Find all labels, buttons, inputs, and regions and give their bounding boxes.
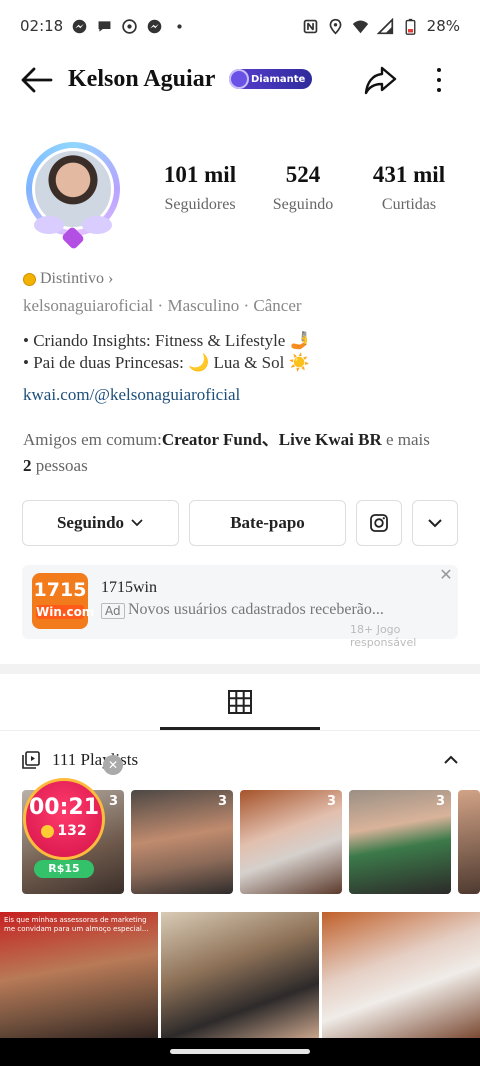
coin-icon <box>23 272 36 286</box>
location-icon <box>329 18 342 35</box>
followers-stat[interactable]: 101 mil Seguidores <box>150 162 250 214</box>
profile-stats: 101 mil Seguidores 524 Seguindo 431 mil … <box>150 162 470 214</box>
bio-line: • Criando Insights: Fitness & Lifestyle … <box>23 331 311 350</box>
frame-wing-left <box>34 216 64 234</box>
username: kelsonaguiaroficial <box>23 296 154 315</box>
close-icon[interactable]: ✕ <box>103 755 123 775</box>
tab-underline <box>0 730 480 731</box>
battery-level: 28% <box>426 17 460 35</box>
stat-value: 101 mil <box>163 162 237 187</box>
following-button[interactable]: Seguindo <box>22 500 179 546</box>
profile-link[interactable]: kwai.com/@kelsonaguiaroficial <box>23 385 240 405</box>
messenger-icon <box>147 19 162 33</box>
kwai-coin-icon <box>41 824 55 838</box>
diamond-icon <box>229 69 249 89</box>
video-thumbnail[interactable]: Eis que minhas assessoras de marketing m… <box>0 912 158 1038</box>
stat-label: Curtidas <box>381 196 437 213</box>
clock: 02:18 <box>20 17 64 35</box>
chevron-up-icon[interactable] <box>442 751 460 769</box>
avatar[interactable] <box>16 134 130 251</box>
system-navigation-bar <box>0 1038 480 1066</box>
nfc-icon <box>303 19 317 33</box>
stat-label: Seguidores <box>164 196 236 213</box>
ad-text: Novos usuários cadastrados receberão... <box>128 601 384 618</box>
ad-tag: Ad <box>101 603 125 619</box>
more-options-button[interactable] <box>428 62 450 98</box>
frame-wing-right <box>82 216 112 234</box>
back-button[interactable] <box>18 64 54 96</box>
playlist-count: 3 <box>435 794 445 809</box>
share-button[interactable] <box>362 62 398 98</box>
video-caption: Eis que minhas assessoras de marketing m… <box>4 916 149 933</box>
wifi-icon <box>352 20 368 33</box>
grid-icon <box>228 689 252 714</box>
tab-grid[interactable] <box>160 676 320 730</box>
status-bar: 02:18 28% <box>0 0 480 52</box>
playlist-icon <box>22 751 40 769</box>
ad-banner[interactable]: 1715 Win.com 1715win Ad Novos usuários c… <box>22 565 458 649</box>
ad-disclaimer: 18+ Jogo responsável <box>350 623 417 649</box>
section-divider <box>0 664 480 674</box>
ad-logo: 1715 Win.com <box>32 573 94 629</box>
whatsapp-icon <box>122 18 137 34</box>
playlist-thumbnail[interactable]: 3 <box>240 790 342 894</box>
instagram-button[interactable] <box>356 500 402 546</box>
playlist-thumbnail[interactable]: 3 <box>131 790 233 894</box>
expand-suggestions-button[interactable] <box>412 500 458 546</box>
stat-value: 524 <box>285 162 321 187</box>
playlists-title: 111 Playlists <box>52 750 139 769</box>
mutual-friends[interactable]: Amigos em comum:Creator Fund、Live Kwai B… <box>23 427 463 479</box>
playlist-thumbnail[interactable] <box>458 790 480 894</box>
messenger-icon <box>72 19 87 33</box>
chevron-down-icon <box>131 519 143 527</box>
badge-label: Distintivo <box>40 270 105 287</box>
stat-value: 431 mil <box>372 162 446 187</box>
battery-icon <box>405 18 416 35</box>
signal-icon <box>376 17 393 34</box>
tier-label: Diamante <box>251 73 306 85</box>
timer-text: 00:21 <box>28 795 100 820</box>
ad-name: 1715win <box>101 579 157 596</box>
mutual-names: Creator Fund、Live Kwai BR <box>161 430 382 449</box>
chevron-right-icon: › <box>108 270 114 287</box>
likes-stat[interactable]: 431 mil Curtidas <box>356 162 462 214</box>
chat-button[interactable]: Bate-papo <box>189 500 346 546</box>
chat-icon <box>98 20 111 32</box>
playlist-count: 3 <box>217 794 227 809</box>
playlist-count: 3 <box>108 794 118 809</box>
stat-label: Seguindo <box>272 196 334 213</box>
profile-name: Kelson Aguiar <box>68 66 216 92</box>
video-thumbnail[interactable] <box>322 912 480 1038</box>
following-stat[interactable]: 524 Seguindo <box>250 162 356 214</box>
arrow-left-icon <box>21 67 53 93</box>
reward-timer-widget[interactable]: 00:21 132 <box>23 778 105 860</box>
tier-badge[interactable]: Diamante <box>229 69 313 89</box>
chevron-down-icon <box>428 519 442 528</box>
profile-header: Kelson Aguiar Diamante <box>0 52 480 108</box>
video-thumbnail[interactable] <box>161 912 319 1038</box>
home-handle[interactable] <box>170 1049 310 1054</box>
reward-badge[interactable]: R$15 <box>34 860 94 878</box>
playlist-count: 3 <box>326 794 336 809</box>
share-icon <box>364 66 397 95</box>
instagram-icon <box>370 514 388 532</box>
playlist-thumbnail[interactable]: 3 <box>349 790 451 894</box>
dot-icon <box>177 23 182 29</box>
coin-count: 132 <box>57 823 87 839</box>
gender: Masculino <box>167 296 240 315</box>
zodiac: Câncer <box>253 296 302 315</box>
close-icon[interactable]: ✕ <box>438 567 454 583</box>
bio-line: • Pai de duas Princesas: 🌙 Lua & Sol ☀️ <box>23 353 310 372</box>
following-label: Seguindo <box>56 513 125 532</box>
playlists-header[interactable]: 111 Playlists <box>22 748 460 772</box>
badge-link[interactable]: Distintivo › <box>23 270 113 288</box>
chat-label: Bate-papo <box>230 513 305 532</box>
mutual-count: 2 <box>23 456 32 475</box>
profile-meta: kelsonaguiaroficial · Masculino · Câncer <box>23 296 302 315</box>
